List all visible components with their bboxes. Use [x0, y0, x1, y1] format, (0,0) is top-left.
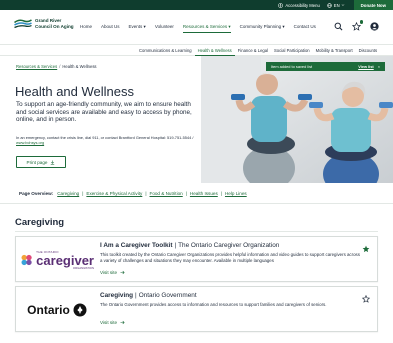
- print-page-button[interactable]: Print page: [16, 156, 66, 168]
- visit-site-label: Visit site: [100, 320, 118, 325]
- subnav-item-social-participation[interactable]: Social Participation: [271, 45, 313, 56]
- chevron-down-icon: [341, 4, 344, 6]
- caregiver-org-logo: THE ONTARIO caregiver ORGANIZATION: [20, 243, 94, 277]
- accessibility-menu-label: Accessibility Menu: [285, 2, 320, 8]
- nav-item-community-planning[interactable]: Community Planning ▾: [240, 24, 285, 33]
- breadcrumb-current: Health & Wellness: [62, 64, 97, 69]
- language-label: EN: [333, 2, 340, 8]
- card-title-bold: I Am a Caregiver Toolkit: [100, 242, 173, 249]
- intro-paragraph: To support an age-friendly community, we…: [16, 101, 192, 123]
- overview-separator: |: [220, 190, 222, 196]
- breadcrumb-separator: /: [59, 64, 61, 69]
- overview-link-exercise[interactable]: Exercise & Physical Activity: [86, 191, 142, 196]
- accessibility-menu-button[interactable]: Accessibility Menu: [278, 2, 320, 8]
- nav-item-home[interactable]: Home: [80, 24, 92, 33]
- visit-site-link[interactable]: Visit site: [100, 270, 125, 275]
- search-icon[interactable]: [334, 22, 343, 31]
- print-page-label: Print page: [26, 159, 48, 165]
- overview-link-food-nutrition[interactable]: Food & Nutrition: [150, 191, 183, 196]
- subnav-item-mobility-transport[interactable]: Mobility & Transport: [313, 45, 356, 56]
- subnav-item-discounts[interactable]: Discounts: [356, 45, 380, 56]
- saved-list-button[interactable]: [351, 20, 363, 31]
- arrow-right-icon: [120, 320, 125, 325]
- brand-line2: Council On Aging: [35, 23, 74, 29]
- nav-item-about-us[interactable]: About Us: [101, 24, 120, 33]
- view-list-link[interactable]: View list: [358, 64, 374, 69]
- subnav-item-communications-learning[interactable]: Communications & Learning: [136, 45, 195, 56]
- card-title: Caregiving | Ontario Government: [100, 292, 362, 300]
- donate-button[interactable]: Donate Now: [353, 0, 393, 10]
- accessibility-icon: [278, 2, 284, 8]
- logo-big-text: caregiver: [36, 252, 94, 268]
- download-icon: [51, 160, 55, 165]
- logo-mark-icon: [14, 19, 32, 29]
- subnav-item-health-wellness[interactable]: Health & Wellness: [194, 45, 235, 56]
- page-overview: Page Overview: Caregiving | Exercise & P…: [0, 183, 393, 204]
- page-title: Health and Wellness: [15, 84, 134, 99]
- breadcrumb: Resources & Services / Health & Wellness: [16, 64, 97, 69]
- section-divider: [15, 231, 378, 232]
- hospital-website-link[interactable]: www.bchsys.org: [16, 140, 44, 145]
- nav-item-events[interactable]: Events ▾: [129, 24, 146, 33]
- header-actions: [334, 20, 388, 31]
- trillium-icon: [73, 303, 87, 317]
- seniors-exercising-image: [201, 56, 393, 183]
- card-title-rest: Ontario Government: [138, 292, 197, 299]
- language-selector[interactable]: EN: [326, 2, 347, 8]
- nav-item-resources-services[interactable]: Resources & Services ▾: [182, 24, 231, 33]
- nav-item-contact-us[interactable]: Contact Us: [294, 24, 316, 33]
- subnav-item-finance-legal[interactable]: Finance & Legal: [235, 45, 271, 56]
- card-title-rest: The Ontario Caregiver Organization: [178, 242, 280, 249]
- overview-link-caregiving[interactable]: Caregiving: [57, 191, 79, 196]
- saved-toast: Item added to saved list View list ×: [266, 62, 385, 71]
- card-description: This toolkit created by the Ontario Care…: [100, 252, 360, 263]
- page-overview-label: Page Overview:: [19, 190, 54, 196]
- arrow-right-icon: [120, 270, 125, 275]
- overview-separator: |: [145, 190, 147, 196]
- overview-link-help-lines[interactable]: Help Lines: [225, 191, 247, 196]
- toast-message: Item added to saved list: [271, 64, 313, 69]
- resource-card: Ontario Caregiving | Ontario Government Th…: [15, 286, 378, 332]
- star-outline-icon[interactable]: [362, 295, 370, 303]
- overview-separator: |: [82, 190, 84, 196]
- resource-card: THE ONTARIO caregiver ORGANIZATION I Am …: [15, 236, 378, 282]
- card-title-pipe: |: [174, 242, 177, 249]
- visit-site-link[interactable]: Visit site: [100, 320, 125, 325]
- caregiver-logo-icon: [21, 254, 32, 266]
- breadcrumb-link-resources[interactable]: Resources & Services: [16, 64, 57, 69]
- saved-count-badge: [359, 20, 363, 24]
- overview-separator: |: [185, 190, 187, 196]
- ontario-logo-text: Ontario: [27, 303, 70, 317]
- site-header: Grand River Council On Aging Home About …: [0, 10, 393, 44]
- ontario-logo: Ontario: [20, 293, 94, 327]
- close-icon[interactable]: ×: [378, 64, 380, 69]
- card-title-bold: Caregiving: [100, 292, 134, 299]
- card-title: I Am a Caregiver Toolkit | The Ontario Car…: [100, 242, 362, 250]
- section-title-caregiving: Caregiving: [15, 217, 65, 228]
- sub-nav: Communications & Learning Health & Welln…: [0, 44, 393, 56]
- hero-photo: [201, 56, 393, 183]
- globe-icon: [326, 2, 332, 8]
- account-icon[interactable]: [370, 22, 379, 31]
- star-filled-icon[interactable]: [362, 245, 370, 253]
- nav-item-volunteer[interactable]: Volunteer: [155, 24, 174, 33]
- utility-bar: Accessibility Menu EN Donate Now: [0, 0, 393, 10]
- emergency-note: In an emergency, contact the crisis line…: [16, 135, 196, 145]
- main-nav: Home About Us Events ▾ Volunteer Resourc…: [80, 24, 325, 33]
- card-description: The Ontario Government provides access t…: [100, 302, 327, 307]
- visit-site-label: Visit site: [100, 270, 118, 275]
- site-logo[interactable]: Grand River Council On Aging: [14, 18, 74, 29]
- card-title-pipe: |: [135, 292, 137, 299]
- overview-link-health-issues[interactable]: Health Issues: [190, 191, 218, 196]
